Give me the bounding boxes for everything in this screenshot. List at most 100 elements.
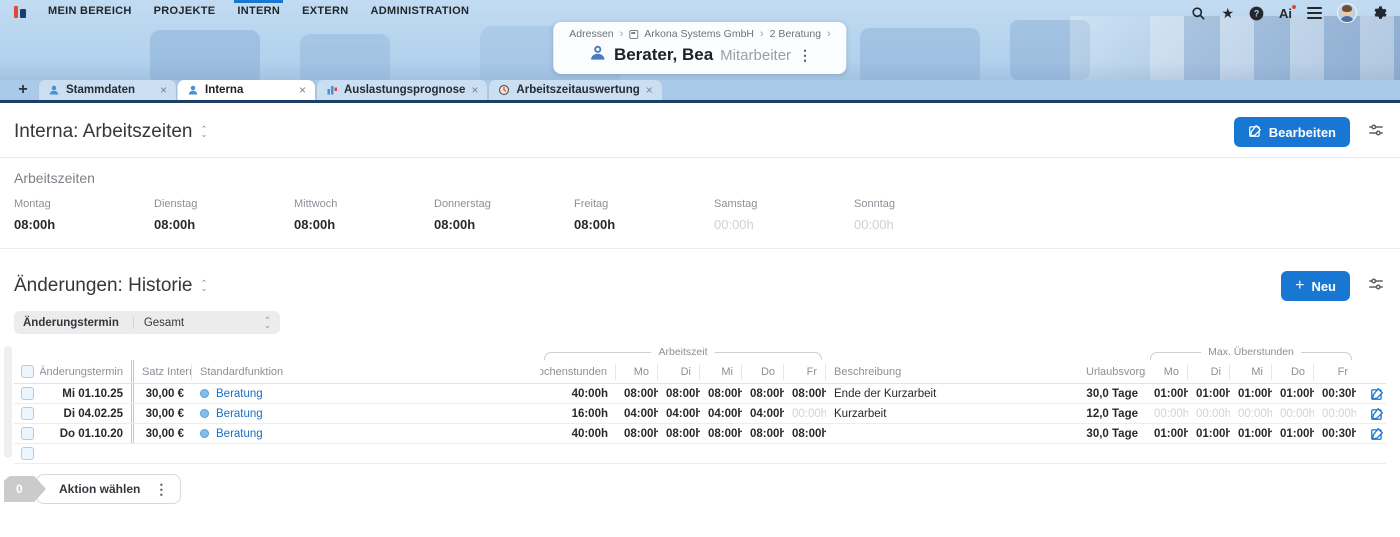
tab-arbeitszeitauswertung[interactable]: Arbeitszeitauswertung × (488, 80, 661, 100)
table-row[interactable]: Do 01.10.20 30,00 € Beratung 40:00h 08:0… (14, 424, 1386, 444)
entity-menu-icon[interactable]: ⋮ (798, 48, 812, 62)
table-row[interactable]: Di 04.02.25 30,00 € Beratung 16:00h 04:0… (14, 404, 1386, 424)
group-arbeitszeit: Arbeitszeit (544, 352, 822, 360)
menu-icon[interactable] (1307, 7, 1322, 19)
cell-funktion[interactable]: Beratung (192, 428, 540, 440)
row-checkbox[interactable] (14, 444, 40, 463)
nav-item-mein-bereich[interactable]: MEIN BEREICH (48, 0, 132, 22)
collapse-toggle-icon[interactable]: ⌃⌄ (201, 281, 208, 291)
search-icon[interactable] (1191, 6, 1206, 21)
edit-row-icon[interactable] (1356, 387, 1386, 401)
bearbeiten-button[interactable]: Bearbeiten (1234, 117, 1350, 147)
add-tab-button[interactable]: + (8, 80, 38, 100)
breadcrumb: Adressen › Arkona Systems GmbH › 2 Berat… (569, 28, 830, 40)
select-chevrons-icon: ⌃⌄ (264, 318, 271, 328)
cell-ue-di: 01:00h (1188, 388, 1230, 400)
col-beschreibung[interactable]: Beschreibung (826, 366, 1078, 378)
cell-funktion[interactable]: Beratung (192, 388, 540, 400)
user-avatar[interactable] (1337, 3, 1357, 23)
cell-fr: 08:00h (784, 428, 826, 440)
tab-auslastungsprognose[interactable]: Auslastungsprognose × (316, 80, 487, 100)
col-urlaubsvorgabe[interactable]: Urlaubsvorgabe (1078, 366, 1146, 378)
col-mi[interactable]: Mi (700, 364, 742, 380)
favorite-star-icon[interactable]: ★ (1221, 6, 1234, 20)
breadcrumb-adressen[interactable]: Adressen (569, 28, 613, 40)
breadcrumb-separator: › (827, 28, 831, 40)
cell-mi: 04:00h (700, 408, 742, 420)
breadcrumb-separator: › (620, 28, 624, 40)
col-aenderungstermin[interactable]: ↓Änderungstermin (40, 360, 134, 383)
settings-gear-icon[interactable] (1372, 5, 1388, 21)
col-ue-mi[interactable]: Mi (1230, 364, 1272, 380)
history-header: Änderungen: Historie ⌃⌄ + Neu (0, 249, 1400, 309)
row-checkbox[interactable] (14, 424, 40, 443)
group-by-select[interactable]: Änderungstermin Gesamt ⌃⌄ (14, 311, 280, 334)
close-tab-icon[interactable]: × (471, 83, 478, 97)
cell-ue-mi: 00:00h (1230, 408, 1272, 420)
col-do[interactable]: Do (742, 364, 784, 380)
col-ue-mo[interactable]: Mo (1146, 364, 1188, 380)
day-mittwoch: Mittwoch08:00h (294, 198, 434, 232)
table-header-row: ↓Änderungstermin Satz Intern Standardfun… (14, 360, 1386, 384)
entity-name: Berater, Bea (614, 45, 713, 65)
help-icon[interactable]: ? (1249, 6, 1264, 21)
nav-item-extern[interactable]: EXTERN (302, 0, 348, 22)
worktimes-section: Arbeitszeiten Montag08:00h Dienstag08:00… (0, 158, 1400, 248)
table-row[interactable]: Mi 01.10.25 30,00 € Beratung 40:00h 08:0… (14, 384, 1386, 404)
nav-item-intern[interactable]: INTERN (237, 0, 280, 22)
cell-funktion[interactable]: Beratung (192, 408, 540, 420)
edit-row-icon[interactable] (1356, 407, 1386, 421)
close-tab-icon[interactable]: × (646, 83, 653, 97)
cell-fr: 08:00h (784, 388, 826, 400)
close-tab-icon[interactable]: × (160, 83, 167, 97)
col-di[interactable]: Di (658, 364, 700, 380)
tab-label: Auslastungsprognose (344, 84, 465, 96)
day-sonntag: Sonntag00:00h (854, 198, 994, 232)
cell-ue-fr: 00:30h (1314, 428, 1356, 440)
breadcrumb-department[interactable]: 2 Beratung (770, 28, 821, 40)
header-background (1010, 20, 1090, 80)
row-checkbox[interactable] (14, 404, 40, 423)
edit-row-icon[interactable] (1356, 427, 1386, 441)
tab-stammdaten[interactable]: Stammdaten × (38, 80, 176, 100)
select-all-checkbox[interactable] (14, 360, 40, 383)
table-settings-icon[interactable] (1366, 275, 1386, 298)
row-checkbox[interactable] (14, 384, 40, 403)
cell-ue-mi: 01:00h (1230, 388, 1272, 400)
table-left-gutter (4, 346, 12, 458)
status-dot-icon (200, 389, 209, 398)
clock-icon (498, 84, 510, 96)
day-dienstag: Dienstag08:00h (154, 198, 294, 232)
action-menu-icon[interactable]: ⋮ (154, 482, 168, 496)
nav-item-administration[interactable]: ADMINISTRATION (371, 0, 470, 22)
cell-ue-do: 00:00h (1272, 408, 1314, 420)
ai-assistant-icon[interactable]: Ai (1279, 7, 1292, 20)
col-ue-do[interactable]: Do (1272, 364, 1314, 380)
close-tab-icon[interactable]: × (299, 83, 306, 97)
header-toolbar: ★ ? Ai (1191, 0, 1388, 26)
aktion-waehlen-button[interactable]: Aktion wählen ⋮ (36, 474, 181, 504)
entity-role: Mitarbeiter (720, 47, 791, 64)
nav-item-projekte[interactable]: PROJEKTE (154, 0, 216, 22)
col-ue-di[interactable]: Di (1188, 364, 1230, 380)
table-new-row[interactable] (14, 444, 1386, 464)
col-satz-intern[interactable]: Satz Intern (134, 364, 192, 380)
filter-field-label: Änderungstermin (23, 317, 134, 329)
cell-mo: 08:00h (616, 428, 658, 440)
col-fr[interactable]: Fr (784, 364, 826, 380)
history-title: Änderungen: Historie ⌃⌄ (14, 275, 208, 297)
tab-interna[interactable]: Interna × (177, 80, 315, 100)
col-wochenstunden[interactable]: Wochenstunden (540, 364, 616, 380)
cell-urlaub: 12,0 Tage (1078, 408, 1146, 420)
tab-label: Arbeitszeitauswertung (516, 84, 639, 96)
table-settings-icon[interactable] (1366, 121, 1386, 144)
col-mo[interactable]: Mo (616, 364, 658, 380)
breadcrumb-company[interactable]: Arkona Systems GmbH (644, 28, 754, 40)
cell-mo: 04:00h (616, 408, 658, 420)
cell-do: 08:00h (742, 428, 784, 440)
col-standardfunktion[interactable]: Standardfunktion (192, 366, 540, 378)
col-ue-fr[interactable]: Fr (1314, 366, 1356, 378)
cell-ue-mo: 01:00h (1146, 428, 1188, 440)
neu-button[interactable]: + Neu (1281, 271, 1350, 301)
collapse-toggle-icon[interactable]: ⌃⌄ (201, 127, 208, 137)
